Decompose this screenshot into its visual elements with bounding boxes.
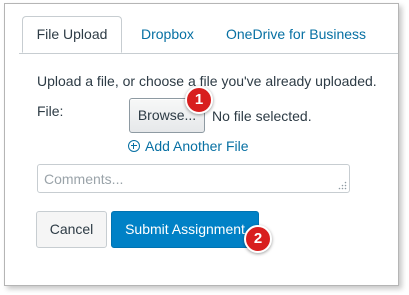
comments-textarea[interactable]: Comments... xyxy=(37,164,350,193)
step-callout-2: 2 xyxy=(244,225,272,253)
resize-grip-icon[interactable] xyxy=(338,181,347,190)
submit-assignment-button[interactable]: Submit Assignment xyxy=(111,211,259,248)
add-another-file-link[interactable]: Add Another File xyxy=(128,137,249,155)
tab-dropbox[interactable]: Dropbox xyxy=(141,16,194,53)
step-callout-1: 1 xyxy=(185,86,213,114)
plus-circle-icon xyxy=(128,140,140,152)
no-file-status: No file selected. xyxy=(212,108,312,124)
upload-instructions: Upload a file, or choose a file you've a… xyxy=(37,73,377,89)
upload-tabs: File Upload Dropbox OneDrive for Busines… xyxy=(19,16,398,54)
file-label: File: xyxy=(37,103,64,119)
tab-onedrive[interactable]: OneDrive for Business xyxy=(226,16,366,53)
cancel-button[interactable]: Cancel xyxy=(36,211,107,248)
comments-placeholder: Comments... xyxy=(44,171,124,187)
tab-file-upload[interactable]: File Upload xyxy=(22,16,122,53)
add-another-file-label: Add Another File xyxy=(145,138,249,154)
